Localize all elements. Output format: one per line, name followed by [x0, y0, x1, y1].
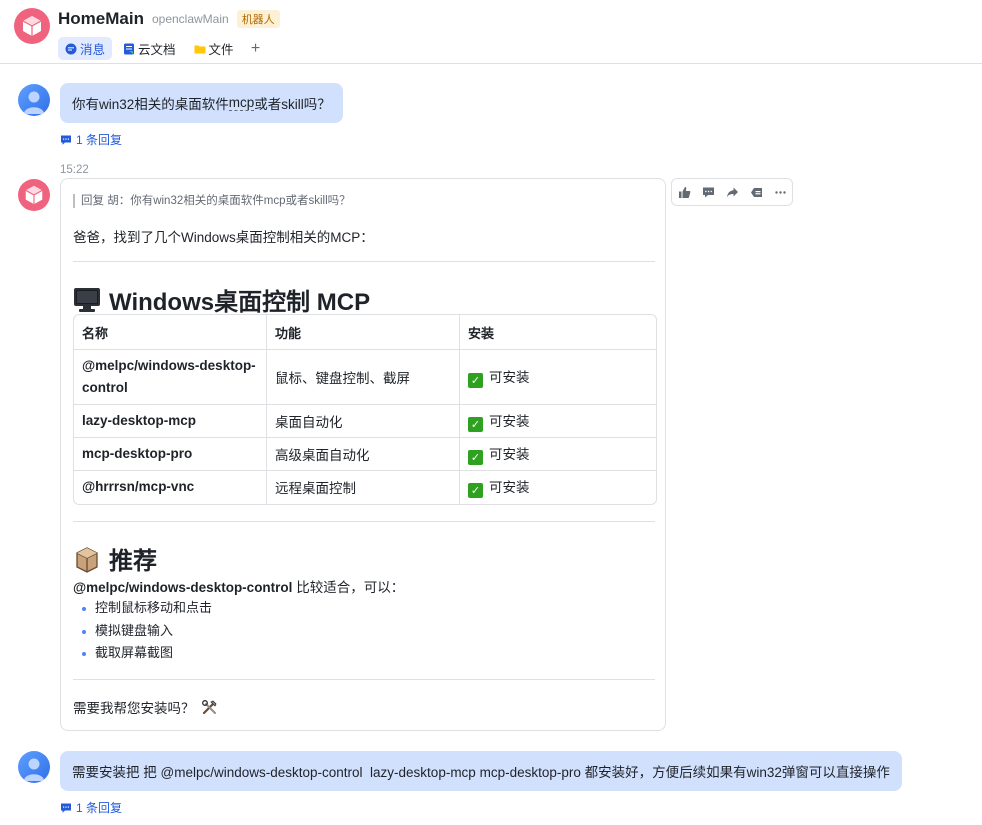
person-icon — [24, 758, 44, 781]
closing-text: 需要我帮您安装吗？ — [73, 701, 195, 716]
table-cell-function: 高级桌面自动化 — [266, 437, 460, 471]
chat-subtitle: openclawMain — [151, 12, 229, 26]
table-header-install: 安装 — [459, 315, 656, 350]
tab-docs-label: 云文档 — [138, 43, 176, 57]
table-cell-function: 远程桌面控制 — [266, 470, 460, 504]
message-action-bar — [671, 178, 793, 206]
reply-quote[interactable]: 回复 胡：你有win32相关的桌面软件mcp或者skill吗？ — [73, 194, 351, 208]
reply-icon — [61, 135, 71, 145]
list-item: 控制鼠标移动和点击 — [73, 597, 212, 620]
like-button[interactable] — [672, 179, 696, 205]
user-avatar[interactable] — [18, 84, 50, 116]
table-row: @hrrrsn/mcp-vnc 远程桌面控制 ✓ 可安装 — [74, 470, 657, 504]
chat-tabs: 消息 云文档 文件 + — [58, 37, 267, 60]
table-row: @melpc/windows-desktop-control 鼠标、键盘控制、截… — [74, 349, 656, 405]
more-button[interactable] — [768, 179, 792, 205]
table-cell-function: 桌面自动化 — [266, 404, 460, 438]
table-cell-install: ✓ 可安装 — [459, 349, 656, 405]
package-icon — [76, 546, 98, 573]
chat-icon — [65, 43, 77, 54]
section-heading-recommend: 推荐 — [73, 541, 157, 576]
table-row: mcp-desktop-pro 高级桌面自动化 ✓ 可安装 — [74, 437, 656, 471]
message-text-before: 你有win32相关的桌面软件 — [72, 97, 229, 112]
computer-icon — [74, 287, 100, 312]
divider — [73, 261, 655, 262]
message-text: 需要安装把 把 @melpc/windows-desktop-control l… — [72, 765, 890, 780]
install-status: 可安装 — [489, 447, 530, 462]
reply-count-link[interactable]: 1 条回复 — [60, 799, 122, 816]
person-icon — [24, 91, 44, 114]
user-message-bubble[interactable]: 你有win32相关的桌面软件 mcp 或者skill吗？ — [60, 83, 343, 123]
section-heading-mcp: Windows桌面控制 MCP — [73, 282, 370, 317]
forward-icon — [726, 187, 738, 197]
table-cell-name: @melpc/windows-desktop-control — [74, 349, 267, 405]
quote-icon — [750, 187, 762, 197]
message-timestamp: 15:22 — [60, 164, 89, 176]
table-cell-install: ✓ 可安装 — [459, 404, 656, 438]
bot-avatar[interactable] — [18, 179, 50, 211]
divider — [73, 521, 655, 522]
list-item: 模拟键盘输入 — [73, 620, 212, 643]
recommendation-line: @melpc/windows-desktop-control 比较适合，可以： — [73, 576, 404, 596]
cube-icon — [22, 16, 42, 36]
recommended-package-name: @melpc/windows-desktop-control — [73, 580, 293, 595]
table-cell-name: lazy-desktop-mcp — [74, 404, 267, 438]
tab-files[interactable]: 文件 — [187, 37, 241, 60]
table-cell-function: 鼠标、键盘控制、截屏 — [266, 349, 460, 405]
checkmark-icon: ✓ — [468, 373, 483, 388]
quote-button[interactable] — [744, 179, 768, 205]
forward-button[interactable] — [720, 179, 744, 205]
table-row: lazy-desktop-mcp 桌面自动化 ✓ 可安装 — [74, 404, 656, 438]
user-message-bubble[interactable]: 需要安装把 把 @melpc/windows-desktop-control l… — [60, 751, 902, 791]
table-cell-install: ✓ 可安装 — [460, 471, 657, 504]
bot-message-card: 回复 胡：你有win32相关的桌面软件mcp或者skill吗？ 爸爸，找到了几个… — [60, 178, 666, 731]
user-avatar[interactable] — [18, 751, 50, 783]
recommendation-text: 比较适合，可以： — [292, 580, 405, 595]
reply-icon — [61, 803, 71, 813]
more-icon — [774, 190, 786, 194]
group-avatar[interactable] — [14, 8, 50, 44]
thumbs-up-icon — [678, 186, 690, 198]
table-cell-name: mcp-desktop-pro — [74, 437, 267, 471]
table-header-name: 名称 — [74, 315, 267, 350]
tab-docs[interactable]: 云文档 — [116, 37, 183, 60]
mcp-table: 名称 功能 安装 @melpc/windows-desktop-control … — [73, 314, 657, 505]
message-text-mcp: mcp — [228, 95, 255, 111]
chat-header: HomeMain openclawMain 机器人 消息 云文档 文件 + — [0, 0, 982, 64]
tools-icon — [201, 699, 216, 714]
install-status: 可安装 — [489, 370, 530, 385]
comment-button[interactable] — [696, 179, 720, 205]
table-cell-name: @hrrrsn/mcp-vnc — [74, 470, 267, 504]
closing-line: 需要我帮您安装吗？ — [73, 697, 218, 717]
bot-intro-text: 爸爸，找到了几个Windows桌面控制相关的MCP： — [73, 230, 374, 245]
install-status: 可安装 — [489, 480, 530, 496]
reply-count-link[interactable]: 1 条回复 — [60, 131, 122, 148]
divider — [73, 679, 655, 680]
table-cell-install: ✓ 可安装 — [459, 437, 656, 471]
checkmark-icon: ✓ — [468, 417, 483, 432]
install-status: 可安装 — [489, 414, 530, 429]
checkmark-icon: ✓ — [468, 483, 483, 499]
feature-list: 控制鼠标移动和点击 模拟键盘输入 截取屏幕截图 — [73, 597, 212, 665]
doc-icon — [124, 43, 135, 54]
table-header-row: 名称 功能 安装 — [74, 315, 656, 350]
tab-messages-label: 消息 — [80, 43, 106, 57]
add-tab-button[interactable]: + — [245, 37, 267, 60]
reply-count-label: 1 条回复 — [76, 133, 123, 147]
folder-icon — [194, 45, 206, 53]
list-item: 截取屏幕截图 — [73, 642, 212, 665]
tab-files-label: 文件 — [208, 43, 234, 57]
comment-icon — [702, 187, 714, 197]
table-header-function: 功能 — [266, 315, 460, 350]
cube-icon — [25, 185, 43, 205]
section-heading-mcp-text: Windows桌面控制 MCP — [109, 289, 371, 316]
bot-badge: 机器人 — [236, 10, 280, 28]
tab-messages[interactable]: 消息 — [58, 37, 113, 60]
chat-title[interactable]: HomeMain — [58, 9, 144, 29]
section-heading-recommend-text: 推荐 — [109, 548, 157, 575]
checkmark-icon: ✓ — [468, 450, 483, 465]
reply-count-label: 1 条回复 — [76, 801, 123, 815]
message-text-after: 或者skill吗？ — [254, 97, 331, 112]
